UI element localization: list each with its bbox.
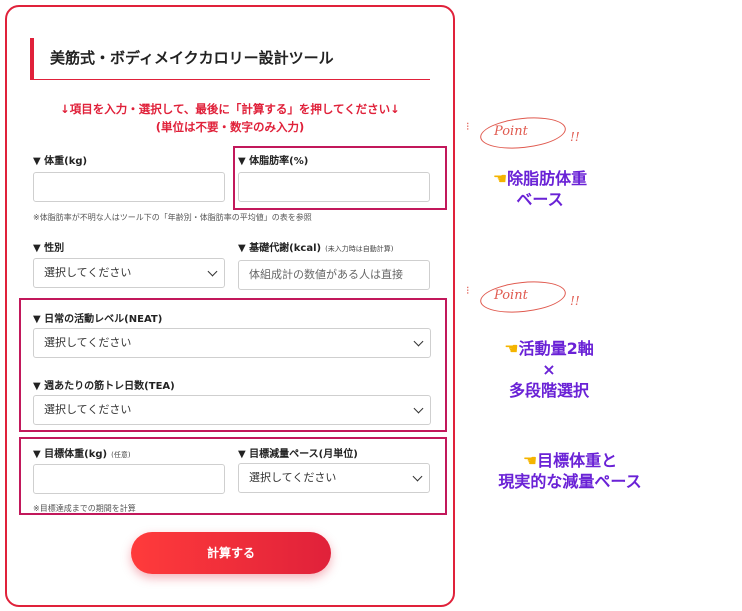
bodyfat-label: ▼ 体脂肪率(%): [238, 156, 309, 167]
bmr-sublabel: (未入力時は自動計算): [325, 245, 394, 253]
tool-title-bar: 美筋式・ボディメイクカロリー設計ツール: [30, 38, 430, 80]
chevron-down-icon: [413, 336, 424, 347]
target-weight-sublabel: (任意): [111, 451, 131, 459]
pointing-hand-icon: ☚: [492, 169, 508, 188]
neat-select[interactable]: 選択してください: [33, 328, 431, 358]
instruction-line2: (単位は不要・数字のみ入力): [155, 120, 305, 134]
sex-label: ▼ 性別: [33, 243, 65, 254]
activity-annotation-line2: ×: [542, 360, 556, 379]
pace-label: ▼ 目標減量ペース(月単位): [238, 449, 358, 460]
goal-annotation: ☚目標体重と 現実的な減量ペース: [462, 450, 678, 492]
pointing-hand-icon: ☚: [504, 339, 519, 358]
point-badge-1: ⁝ Point !!: [466, 113, 606, 154]
target-weight-input[interactable]: [33, 464, 225, 494]
bmr-placeholder: 体組成計の数値がある人は直接: [249, 268, 403, 281]
point-word: Point: [494, 288, 528, 303]
bmr-label-text: ▼ 基礎代謝(kcal): [238, 243, 322, 254]
goal-annotation-line1: 目標体重と: [537, 451, 618, 470]
sparkle-icon: ⁝: [466, 120, 470, 133]
bodyfat-note: ※体脂肪率が不明な人はツール下の「年齢別・体脂肪率の平均値」の表を参照: [33, 213, 312, 222]
sex-select[interactable]: 選択してください: [33, 258, 225, 288]
pace-select-value: 選択してください: [249, 471, 337, 484]
bodyfat-annotation: ☚除脂肪体重 ベース: [470, 168, 610, 210]
pointing-hand-icon: ☚: [522, 451, 538, 470]
bodyfat-annotation-line2: ベース: [516, 190, 564, 209]
point-word: Point: [494, 124, 528, 139]
sparkle-icon: ⁝: [466, 284, 470, 297]
bmr-input[interactable]: 体組成計の数値がある人は直接: [238, 260, 430, 290]
instruction-line1: ↓項目を入力・選択して、最後に「計算する」を押してください↓: [60, 102, 400, 116]
chevron-down-icon: [207, 266, 218, 277]
activity-annotation-line3: 多段階選択: [508, 381, 589, 400]
target-note: ※目標達成までの期間を計算: [33, 504, 136, 513]
sex-select-value: 選択してください: [44, 266, 132, 279]
point-bang: !!: [570, 294, 580, 308]
tea-select[interactable]: 選択してください: [33, 395, 431, 425]
goal-annotation-line2: 現実的な減量ペース: [498, 472, 642, 491]
weight-label: ▼ 体重(kg): [33, 156, 88, 167]
calculate-button[interactable]: 計算する: [131, 532, 331, 574]
neat-select-value: 選択してください: [44, 336, 132, 349]
activity-annotation: ☚活動量2軸 × 多段階選択: [474, 338, 624, 401]
point-bang: !!: [570, 130, 580, 144]
tea-label: ▼ 週あたりの筋トレ日数(TEA): [33, 381, 175, 392]
bodyfat-input[interactable]: [238, 172, 430, 202]
bmr-label: ▼ 基礎代謝(kcal) (未入力時は自動計算): [238, 239, 394, 254]
target-weight-label-text: ▼ 目標体重(kg): [33, 449, 108, 460]
tea-select-value: 選択してください: [44, 403, 132, 416]
tool-title: 美筋式・ボディメイクカロリー設計ツール: [50, 49, 334, 67]
target-weight-label: ▼ 目標体重(kg) (任意): [33, 445, 131, 460]
point-badge-2: ⁝ Point !!: [466, 277, 606, 318]
bodyfat-annotation-line1: 除脂肪体重: [507, 169, 588, 188]
weight-input[interactable]: [33, 172, 225, 202]
activity-annotation-line1: 活動量2軸: [518, 339, 594, 358]
neat-label: ▼ 日常の活動レベル(NEAT): [33, 314, 163, 325]
chevron-down-icon: [412, 471, 423, 482]
pace-select[interactable]: 選択してください: [238, 463, 430, 493]
instruction-text: ↓項目を入力・選択して、最後に「計算する」を押してください↓ (単位は不要・数字…: [30, 100, 430, 136]
chevron-down-icon: [413, 403, 424, 414]
